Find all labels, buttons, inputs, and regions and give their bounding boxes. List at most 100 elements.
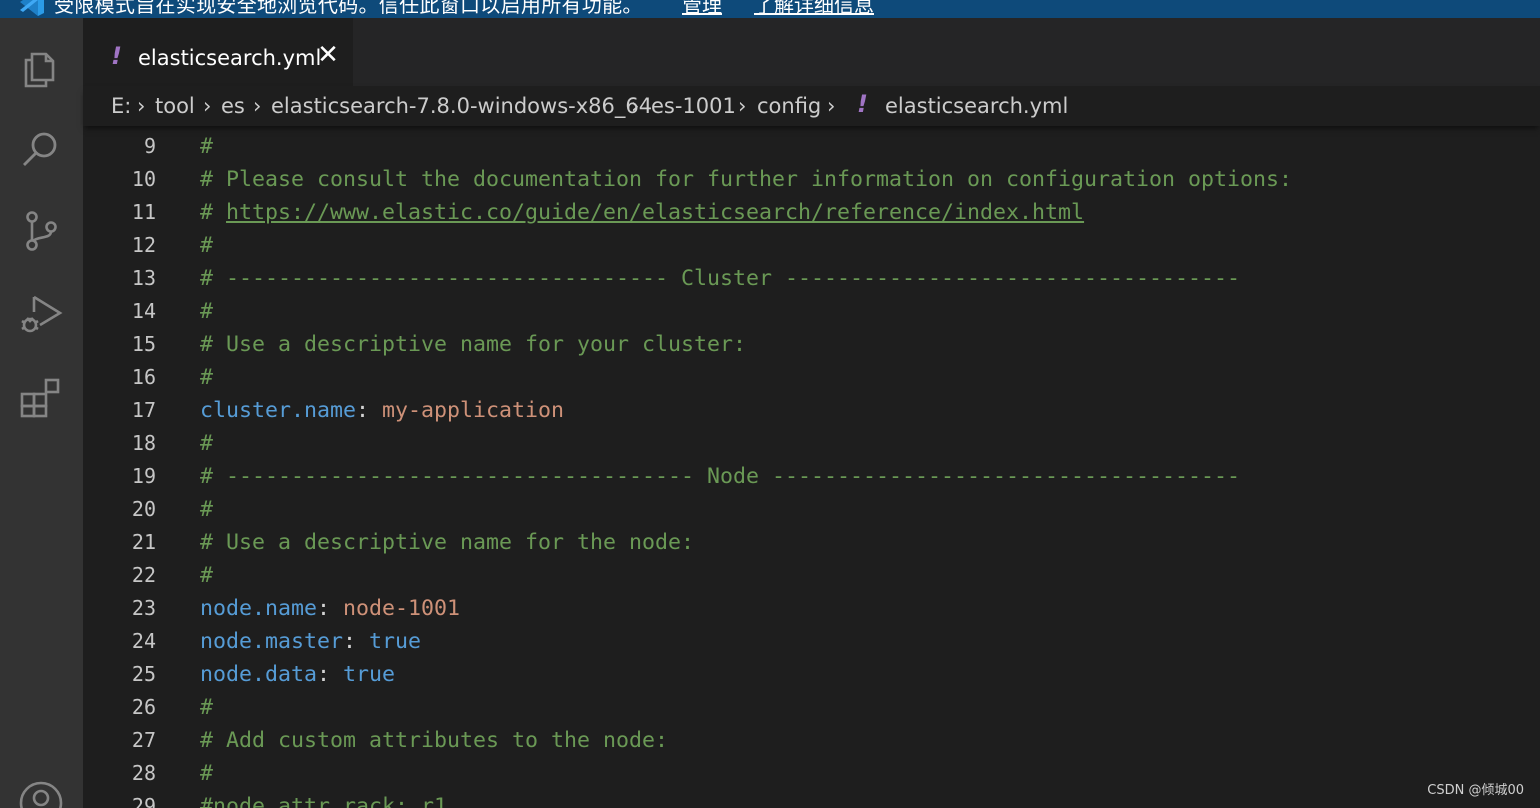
yaml-file-icon: ! [111,42,122,70]
code-token: : [356,398,383,423]
line-text: # [200,493,213,526]
code-token: #node.attr.rack: r1 [200,794,448,808]
line-number: 15 [131,332,156,356]
chevron-right-icon: › [738,94,747,118]
code-line[interactable]: 25 node.data: true [83,658,1540,691]
code-line[interactable]: 10 # Please consult the documentation for… [83,163,1540,196]
line-number: 18 [131,431,156,455]
line-number: 23 [131,596,156,620]
code-line[interactable]: 12 # [83,229,1540,262]
files-icon[interactable] [18,44,64,90]
code-token: : [317,596,344,621]
code-line[interactable]: 14 # [83,295,1540,328]
account-icon[interactable] [18,780,64,808]
line-number: 16 [131,365,156,389]
code-line[interactable]: 17 cluster.name: my-application [83,394,1540,427]
breadcrumb: E: › tool › es › elasticsearch-7.8.0-win… [83,86,1540,126]
line-number: 10 [131,167,156,191]
code-line[interactable]: 28 # [83,757,1540,790]
breadcrumb-item-es[interactable]: es [221,86,245,126]
code-token: # [200,761,214,786]
code-token: node-1001 [343,596,461,621]
source-control-icon[interactable] [18,208,64,254]
line-text: # [200,295,213,328]
code-token: true [369,629,422,654]
code-token: # [200,134,214,159]
line-text: # https://www.elastic.co/guide/en/elasti… [200,196,1084,229]
line-text: # ------------------------------------ N… [200,460,1240,493]
chevron-right-icon: › [203,94,212,118]
chevron-right-icon: › [631,94,640,118]
breadcrumb-item-es-dir[interactable]: elasticsearch-7.8.0-windows-x86_64 [271,86,652,126]
line-number: 17 [131,398,156,422]
code-line[interactable]: 26 # [83,691,1540,724]
chevron-right-icon: › [253,94,262,118]
line-text: # [200,130,213,163]
banner-manage-link[interactable]: 管理 [682,0,722,15]
line-text: # Add custom attributes to the node: [200,724,668,757]
code-line[interactable]: 19 # ------------------------------------… [83,460,1540,493]
line-text: # Use a descriptive name for the node: [200,526,694,559]
tab-elasticsearch-yml[interactable]: ! elasticsearch.yml ✕ [83,18,353,86]
breadcrumb-item-config[interactable]: config [757,86,821,126]
line-number: 28 [131,761,156,785]
code-token: # [200,365,214,390]
line-text: # [200,757,213,790]
line-number: 21 [131,530,156,554]
line-text: # [200,361,213,394]
code-token: # [200,299,214,324]
code-line[interactable]: 29 #node.attr.rack: r1 [83,790,1540,808]
code-editor[interactable]: 9 #10 # Please consult the documentation f… [83,126,1540,808]
line-text: node.name: node-1001 [200,592,460,625]
run-debug-icon[interactable] [18,290,64,336]
code-token: # [200,563,214,588]
yaml-file-icon: ! [857,90,868,118]
line-text: node.master: true [200,625,421,658]
code-link[interactable]: https://www.elastic.co/guide/en/elastics… [226,200,1084,225]
code-token: # ------------------------------------ N… [200,464,1241,489]
breadcrumb-item-drive[interactable]: E: [111,86,131,126]
code-line[interactable]: 18 # [83,427,1540,460]
code-token: # [200,200,227,225]
line-text: # [200,427,213,460]
line-text: cluster.name: my-application [200,394,564,427]
breadcrumb-item-file[interactable]: elasticsearch.yml [885,86,1068,126]
code-line[interactable]: 20 # [83,493,1540,526]
vscode-window: 受限模式旨在实现安全地浏览代码。信任此窗口以启用所有功能。 管理 了解详细信息 [0,0,1540,808]
close-icon[interactable]: ✕ [316,42,340,68]
line-number: 20 [131,497,156,521]
line-number: 29 [131,794,156,808]
code-line[interactable]: 27 # Add custom attributes to the node: [83,724,1540,757]
code-line[interactable]: 15 # Use a descriptive name for your clus… [83,328,1540,361]
code-line[interactable]: 21 # Use a descriptive name for the node: [83,526,1540,559]
code-line[interactable]: 13 # ---------------------------------- C… [83,262,1540,295]
restricted-mode-banner: 受限模式旨在实现安全地浏览代码。信任此窗口以启用所有功能。 管理 了解详细信息 [0,0,1540,18]
code-token: # [200,695,214,720]
code-token: # Use a descriptive name for your cluste… [200,332,747,357]
extensions-icon[interactable] [18,372,64,418]
chevron-right-icon: › [137,94,146,118]
code-token: # [200,497,214,522]
code-line[interactable]: 9 # [83,130,1540,163]
code-token: # [200,431,214,456]
breadcrumb-item-tool[interactable]: tool [155,86,195,126]
search-icon[interactable] [18,126,64,172]
code-line[interactable]: 24 node.master: true [83,625,1540,658]
code-token: node.name [200,596,318,621]
line-number: 25 [131,662,156,686]
breadcrumb-item-es-1001[interactable]: es-1001 [651,86,736,126]
line-text: # Please consult the documentation for f… [200,163,1292,196]
line-number: 9 [143,134,156,158]
code-token: # Use a descriptive name for the node: [200,530,695,555]
line-text: # ---------------------------------- Clu… [200,262,1240,295]
code-line[interactable]: 22 # [83,559,1540,592]
code-line[interactable]: 23 node.name: node-1001 [83,592,1540,625]
code-token: node.master [200,629,344,654]
code-token: # Please consult the documentation for f… [200,167,1293,192]
editor-group: ! elasticsearch.yml ✕ E: › tool › es › e… [83,18,1540,808]
code-line[interactable]: 11 # https://www.elastic.co/guide/en/elas… [83,196,1540,229]
banner-learn-more-link[interactable]: 了解详细信息 [754,0,874,15]
code-line[interactable]: 16 # [83,361,1540,394]
code-token: # [200,233,214,258]
line-text: # [200,229,213,262]
